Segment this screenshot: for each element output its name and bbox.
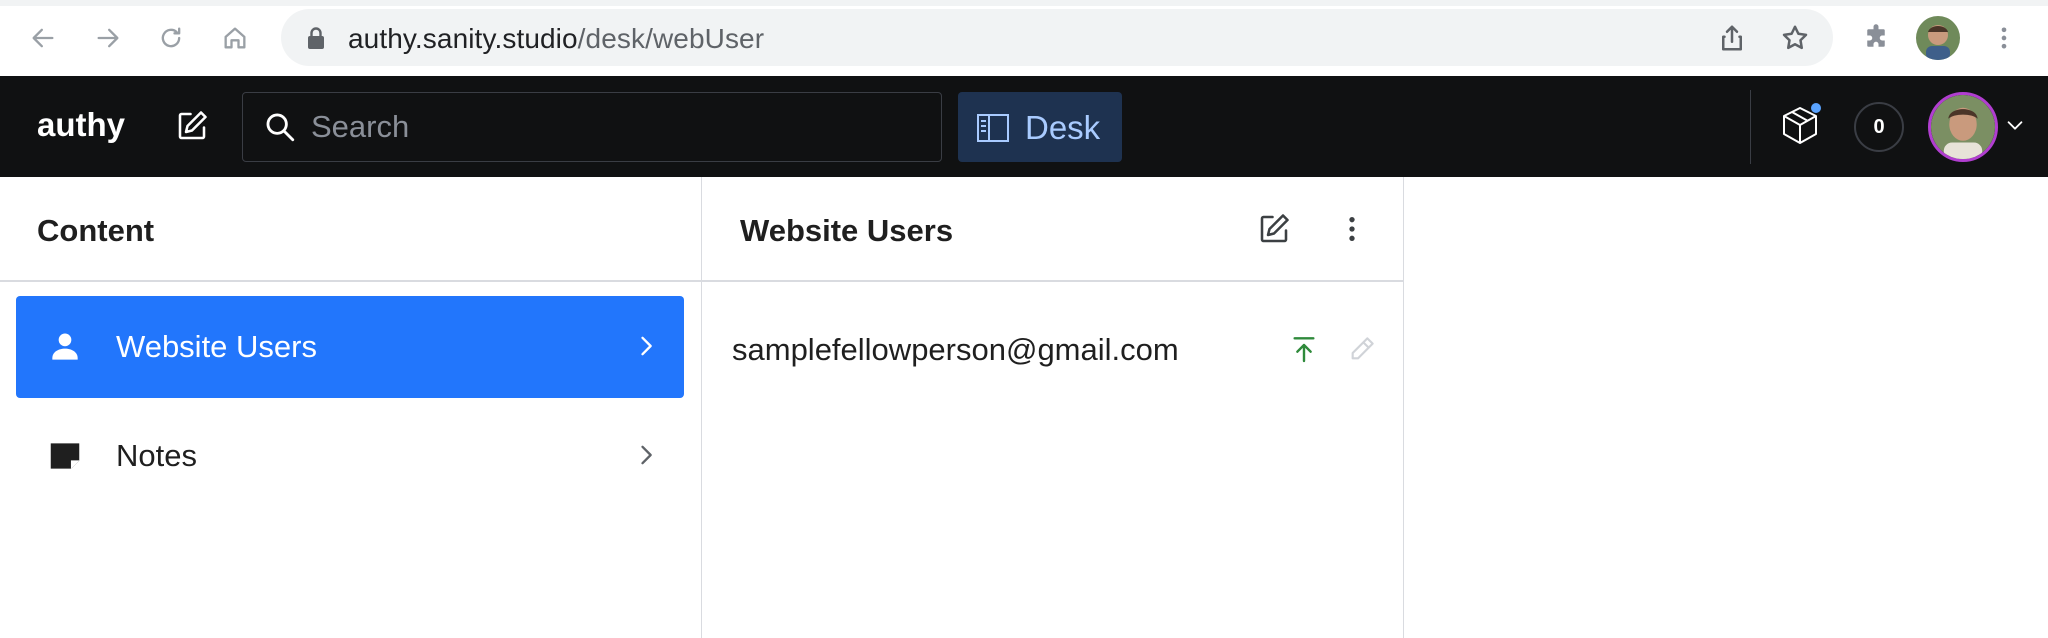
browser-toolbar: authy.sanity.studio/desk/webUser	[0, 0, 2048, 76]
brand-logo-text[interactable]: authy	[37, 106, 125, 144]
tab-strip-edge	[0, 0, 2048, 6]
chevron-down-icon[interactable]	[2004, 114, 2026, 136]
forward-button[interactable]	[90, 20, 126, 56]
nav-item-label: Website Users	[116, 329, 317, 364]
browser-profile-avatar[interactable]	[1916, 16, 1960, 60]
pane-title: Content	[37, 213, 155, 248]
reload-button[interactable]	[153, 20, 189, 56]
arrow-left-icon	[32, 28, 54, 48]
nav-item-label: Notes	[116, 438, 197, 473]
puzzle-icon	[1867, 24, 1885, 47]
document-list-item[interactable]: samplefellowperson@gmail.com	[718, 299, 1388, 401]
chevron-right-icon	[641, 445, 652, 465]
person-icon	[52, 333, 78, 360]
home-icon	[224, 27, 246, 49]
extensions-button[interactable]	[1854, 16, 1898, 60]
pane-menu-button[interactable]	[1330, 207, 1374, 251]
url-host: authy.sanity.studio	[348, 23, 578, 54]
content-pane: Content Website Users Notes	[0, 177, 702, 638]
create-document-button[interactable]	[170, 104, 214, 148]
user-avatar[interactable]	[1928, 92, 1998, 162]
nav-item-notes[interactable]: Notes	[16, 405, 684, 507]
chevron-right-icon	[641, 336, 652, 356]
header-divider	[1750, 90, 1751, 164]
desk-tool-button[interactable]: Desk	[958, 92, 1122, 162]
studio-navbar: authy Desk 0	[0, 76, 2048, 177]
draft-status-icon	[1351, 337, 1374, 360]
note-icon	[50, 443, 80, 469]
users-pane-header: Website Users	[702, 177, 1403, 282]
published-status-icon	[1293, 337, 1315, 363]
back-button[interactable]	[25, 20, 61, 56]
url-text: authy.sanity.studio/desk/webUser	[348, 23, 764, 55]
compose-icon	[178, 111, 207, 140]
compose-icon	[1260, 214, 1289, 243]
search-icon	[266, 113, 295, 142]
document-title: samplefellowperson@gmail.com	[732, 332, 1179, 367]
url-path: /desk/webUser	[577, 23, 765, 54]
address-bar[interactable]: authy.sanity.studio/desk/webUser	[281, 9, 1833, 66]
kebab-menu-icon	[1349, 217, 1355, 241]
presence-count-badge[interactable]: 0	[1854, 102, 1904, 152]
package-icon	[1783, 103, 1821, 144]
changelog-button[interactable]	[1780, 100, 1826, 150]
website-users-pane: Website Users samplefellowperson@gmail.c…	[702, 177, 1404, 638]
reload-icon	[161, 27, 181, 48]
user-photo-icon	[1931, 95, 1995, 159]
profile-photo-icon	[1916, 16, 1960, 60]
content-pane-header: Content	[0, 177, 701, 282]
share-icon[interactable]	[1717, 23, 1747, 53]
desk-icon	[977, 114, 1009, 142]
search-box[interactable]	[242, 92, 942, 162]
browser-menu-button[interactable]	[1982, 16, 2026, 60]
create-user-button[interactable]	[1252, 207, 1296, 251]
nav-item-website-users[interactable]: Website Users	[16, 296, 684, 398]
star-icon[interactable]	[1780, 23, 1810, 53]
pane-title: Website Users	[740, 213, 954, 248]
search-input[interactable]	[311, 105, 911, 149]
desk-label: Desk	[1025, 109, 1101, 146]
arrow-right-icon	[97, 28, 119, 48]
kebab-menu-icon	[2001, 27, 2007, 49]
home-button[interactable]	[217, 20, 253, 56]
lock-icon	[308, 27, 324, 49]
